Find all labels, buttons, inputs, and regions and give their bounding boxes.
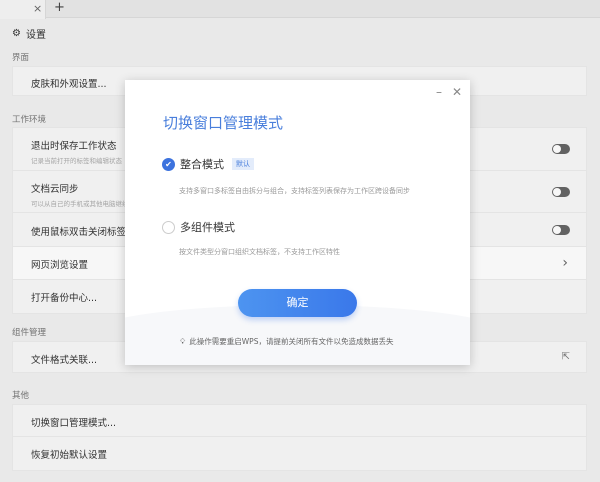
option-desc: 按文件类型分窗口组织文档标签，不支持工作区特性	[179, 248, 340, 256]
close-icon[interactable]: ✕	[452, 85, 462, 99]
option-multi-component-mode[interactable]: 多组件模式	[162, 219, 235, 235]
default-badge: 默认	[232, 158, 254, 170]
tip-text: 此操作需要重启WPS，请提前关闭所有文件以免造成数据丢失	[189, 337, 394, 346]
confirm-button[interactable]: 确定	[238, 289, 357, 317]
option-label: 多组件模式	[180, 221, 235, 234]
lightbulb-icon: 💡︎	[180, 336, 186, 346]
minimize-icon[interactable]: –	[436, 85, 442, 99]
switch-window-mode-dialog: – ✕ 切换窗口管理模式 ✔ 整合模式 默认 支持多窗口多标签自由拆分与组合，支…	[125, 80, 470, 365]
radio-unchecked-icon[interactable]	[162, 220, 175, 234]
option-integrated-mode[interactable]: ✔ 整合模式 默认	[162, 156, 254, 172]
dialog-title: 切换窗口管理模式	[163, 114, 284, 132]
option-desc: 支持多窗口多标签自由拆分与组合，支持标签列表保存为工作区跨设备同步	[179, 187, 410, 195]
radio-checked-icon[interactable]: ✔	[162, 157, 175, 171]
option-label: 整合模式	[180, 158, 224, 171]
restart-tip: 💡︎ 此操作需要重启WPS，请提前关闭所有文件以免造成数据丢失	[180, 336, 393, 347]
